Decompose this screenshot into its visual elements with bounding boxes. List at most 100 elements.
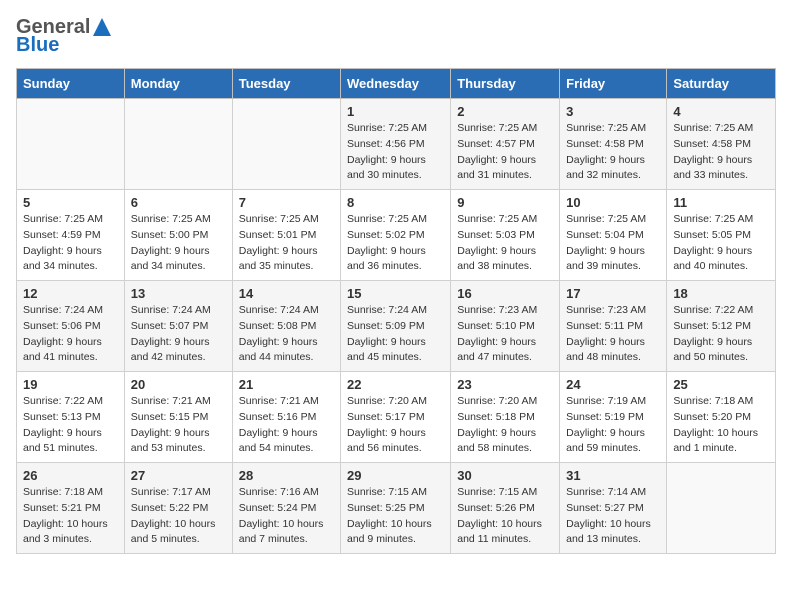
day-info: Sunrise: 7:25 AMSunset: 4:56 PMDaylight:… xyxy=(347,121,444,184)
calendar-day-cell: 6 Sunrise: 7:25 AMSunset: 5:00 PMDaylight… xyxy=(124,190,232,281)
calendar-day-cell: 23 Sunrise: 7:20 AMSunset: 5:18 PMDayligh… xyxy=(451,372,560,463)
day-number: 20 xyxy=(131,377,226,392)
day-info: Sunrise: 7:24 AMSunset: 5:07 PMDaylight:… xyxy=(131,303,226,366)
calendar-day-cell: 13Sunrise: 7:24 AMSunset: 5:07 PMDayligh… xyxy=(124,281,232,372)
calendar-day-cell: 20 Sunrise: 7:21 AMSunset: 5:15 PMDayligh… xyxy=(124,372,232,463)
day-info: Sunrise: 7:25 AMSunset: 4:58 PMDaylight:… xyxy=(673,121,769,184)
calendar-day-cell: 31 Sunrise: 7:14 AMSunset: 5:27 PMDayligh… xyxy=(560,463,667,554)
calendar-day-cell: 7 Sunrise: 7:25 AMSunset: 5:01 PMDaylight… xyxy=(232,190,340,281)
day-info: Sunrise: 7:25 AMSunset: 5:00 PMDaylight:… xyxy=(131,212,226,275)
day-number: 1 xyxy=(347,104,444,119)
day-of-week-header: Sunday xyxy=(17,69,125,99)
day-info: Sunrise: 7:23 AMSunset: 5:11 PMDaylight:… xyxy=(566,303,660,366)
day-info: Sunrise: 7:22 AMSunset: 5:12 PMDaylight:… xyxy=(673,303,769,366)
calendar-day-cell xyxy=(232,99,340,190)
logo-triangle-icon xyxy=(92,17,112,37)
day-number: 3 xyxy=(566,104,660,119)
calendar-day-cell: 27 Sunrise: 7:17 AMSunset: 5:22 PMDayligh… xyxy=(124,463,232,554)
calendar-day-cell: 21 Sunrise: 7:21 AMSunset: 5:16 PMDayligh… xyxy=(232,372,340,463)
day-number: 9 xyxy=(457,195,553,210)
day-number: 16 xyxy=(457,286,553,301)
calendar-day-cell: 15 Sunrise: 7:24 AMSunset: 5:09 PMDayligh… xyxy=(341,281,451,372)
day-info: Sunrise: 7:25 AMSunset: 5:03 PMDaylight:… xyxy=(457,212,553,275)
day-info: Sunrise: 7:25 AMSunset: 4:58 PMDaylight:… xyxy=(566,121,660,184)
calendar-day-cell: 25 Sunrise: 7:18 AMSunset: 5:20 PMDayligh… xyxy=(667,372,776,463)
calendar-day-cell: 19Sunrise: 7:22 AMSunset: 5:13 PMDayligh… xyxy=(17,372,125,463)
day-of-week-header: Tuesday xyxy=(232,69,340,99)
day-info: Sunrise: 7:25 AMSunset: 5:04 PMDaylight:… xyxy=(566,212,660,275)
day-number: 29 xyxy=(347,468,444,483)
day-number: 31 xyxy=(566,468,660,483)
calendar-day-cell: 26 Sunrise: 7:18 AMSunset: 5:21 PMDayligh… xyxy=(17,463,125,554)
calendar-day-cell: 29Sunrise: 7:15 AMSunset: 5:25 PMDayligh… xyxy=(341,463,451,554)
day-info: Sunrise: 7:18 AMSunset: 5:20 PMDaylight:… xyxy=(673,394,769,457)
day-number: 7 xyxy=(239,195,334,210)
logo-blue: Blue xyxy=(16,34,59,56)
calendar-day-cell: 1 Sunrise: 7:25 AMSunset: 4:56 PMDaylight… xyxy=(341,99,451,190)
day-info: Sunrise: 7:25 AMSunset: 5:02 PMDaylight:… xyxy=(347,212,444,275)
day-number: 22 xyxy=(347,377,444,392)
day-number: 4 xyxy=(673,104,769,119)
day-of-week-header: Wednesday xyxy=(341,69,451,99)
day-number: 25 xyxy=(673,377,769,392)
logo: General Blue xyxy=(16,16,112,56)
day-info: Sunrise: 7:14 AMSunset: 5:27 PMDaylight:… xyxy=(566,485,660,548)
day-number: 2 xyxy=(457,104,553,119)
day-number: 15 xyxy=(347,286,444,301)
day-number: 10 xyxy=(566,195,660,210)
calendar-week-row: 5 Sunrise: 7:25 AMSunset: 4:59 PMDaylight… xyxy=(17,190,776,281)
day-number: 5 xyxy=(23,195,118,210)
calendar-day-cell: 24Sunrise: 7:19 AMSunset: 5:19 PMDayligh… xyxy=(560,372,667,463)
day-info: Sunrise: 7:21 AMSunset: 5:16 PMDaylight:… xyxy=(239,394,334,457)
day-info: Sunrise: 7:24 AMSunset: 5:08 PMDaylight:… xyxy=(239,303,334,366)
day-of-week-header: Saturday xyxy=(667,69,776,99)
day-info: Sunrise: 7:25 AMSunset: 4:59 PMDaylight:… xyxy=(23,212,118,275)
calendar-day-cell: 17 Sunrise: 7:23 AMSunset: 5:11 PMDayligh… xyxy=(560,281,667,372)
day-info: Sunrise: 7:18 AMSunset: 5:21 PMDaylight:… xyxy=(23,485,118,548)
calendar-week-row: 26 Sunrise: 7:18 AMSunset: 5:21 PMDayligh… xyxy=(17,463,776,554)
day-info: Sunrise: 7:20 AMSunset: 5:17 PMDaylight:… xyxy=(347,394,444,457)
day-info: Sunrise: 7:25 AMSunset: 5:01 PMDaylight:… xyxy=(239,212,334,275)
day-info: Sunrise: 7:19 AMSunset: 5:19 PMDaylight:… xyxy=(566,394,660,457)
calendar-table: SundayMondayTuesdayWednesdayThursdayFrid… xyxy=(16,68,776,554)
day-number: 11 xyxy=(673,195,769,210)
calendar-day-cell: 4 Sunrise: 7:25 AMSunset: 4:58 PMDaylight… xyxy=(667,99,776,190)
day-info: Sunrise: 7:23 AMSunset: 5:10 PMDaylight:… xyxy=(457,303,553,366)
day-number: 8 xyxy=(347,195,444,210)
calendar-day-cell: 16 Sunrise: 7:23 AMSunset: 5:10 PMDayligh… xyxy=(451,281,560,372)
day-number: 23 xyxy=(457,377,553,392)
calendar-day-cell: 22 Sunrise: 7:20 AMSunset: 5:17 PMDayligh… xyxy=(341,372,451,463)
day-info: Sunrise: 7:20 AMSunset: 5:18 PMDaylight:… xyxy=(457,394,553,457)
day-info: Sunrise: 7:17 AMSunset: 5:22 PMDaylight:… xyxy=(131,485,226,548)
day-info: Sunrise: 7:21 AMSunset: 5:15 PMDaylight:… xyxy=(131,394,226,457)
calendar-day-cell: 14 Sunrise: 7:24 AMSunset: 5:08 PMDayligh… xyxy=(232,281,340,372)
day-of-week-header: Monday xyxy=(124,69,232,99)
calendar-week-row: 19Sunrise: 7:22 AMSunset: 5:13 PMDayligh… xyxy=(17,372,776,463)
day-number: 14 xyxy=(239,286,334,301)
day-number: 28 xyxy=(239,468,334,483)
day-number: 27 xyxy=(131,468,226,483)
calendar-day-cell: 8 Sunrise: 7:25 AMSunset: 5:02 PMDaylight… xyxy=(341,190,451,281)
day-of-week-header: Friday xyxy=(560,69,667,99)
day-of-week-header: Thursday xyxy=(451,69,560,99)
calendar-day-cell: 2Sunrise: 7:25 AMSunset: 4:57 PMDaylight… xyxy=(451,99,560,190)
calendar-week-row: 1 Sunrise: 7:25 AMSunset: 4:56 PMDaylight… xyxy=(17,99,776,190)
day-info: Sunrise: 7:24 AMSunset: 5:06 PMDaylight:… xyxy=(23,303,118,366)
day-info: Sunrise: 7:15 AMSunset: 5:26 PMDaylight:… xyxy=(457,485,553,548)
day-number: 26 xyxy=(23,468,118,483)
calendar-day-cell: 10 Sunrise: 7:25 AMSunset: 5:04 PMDayligh… xyxy=(560,190,667,281)
calendar-day-cell: 28 Sunrise: 7:16 AMSunset: 5:24 PMDayligh… xyxy=(232,463,340,554)
day-number: 21 xyxy=(239,377,334,392)
calendar-day-cell: 11Sunrise: 7:25 AMSunset: 5:05 PMDayligh… xyxy=(667,190,776,281)
day-info: Sunrise: 7:16 AMSunset: 5:24 PMDaylight:… xyxy=(239,485,334,548)
calendar-day-cell xyxy=(124,99,232,190)
day-number: 18 xyxy=(673,286,769,301)
calendar-day-cell: 18 Sunrise: 7:22 AMSunset: 5:12 PMDayligh… xyxy=(667,281,776,372)
day-number: 6 xyxy=(131,195,226,210)
day-number: 17 xyxy=(566,286,660,301)
calendar-day-cell xyxy=(667,463,776,554)
calendar-day-cell: 12Sunrise: 7:24 AMSunset: 5:06 PMDayligh… xyxy=(17,281,125,372)
calendar-day-cell: 9 Sunrise: 7:25 AMSunset: 5:03 PMDaylight… xyxy=(451,190,560,281)
day-info: Sunrise: 7:24 AMSunset: 5:09 PMDaylight:… xyxy=(347,303,444,366)
day-number: 19 xyxy=(23,377,118,392)
